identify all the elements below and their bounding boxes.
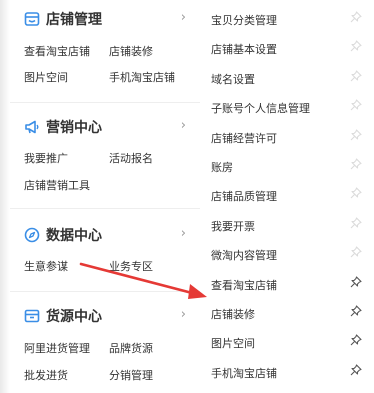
pin-icon[interactable] [350,129,362,141]
submenu-item-label: 查看淘宝店铺 [211,278,277,292]
section-title: 营销中心 [46,120,102,136]
submenu-item-label: 店铺装修 [211,308,255,321]
menu-item-marketing-tools[interactable]: 店铺营销工具 [24,177,90,193]
pin-icon[interactable] [350,217,362,229]
menu-item-view-store[interactable]: 查看淘宝店铺 [24,43,90,59]
menu-item-business-advisor[interactable]: 生意参谋 [24,258,68,274]
submenu-item[interactable]: 店铺基本设置 [200,32,374,63]
section-title: 货源中心 [46,309,102,325]
chevron-right-icon[interactable]: › [181,10,186,25]
submenu-item[interactable]: 店铺装修 [200,297,374,328]
pin-icon[interactable] [350,70,362,82]
submenu-item[interactable]: 宝贝分类管理 [200,3,374,34]
pin-icon[interactable] [350,334,362,346]
pin-icon[interactable] [350,11,362,23]
menu-item-ali-purchase[interactable]: 阿里进货管理 [24,340,90,356]
submenu-item-label: 子账号个人信息管理 [211,102,310,116]
menu-item-promotion[interactable]: 我要推广 [24,150,68,166]
submenu-item-label: 手机淘宝店铺 [211,366,277,380]
submenu-item[interactable]: 店铺品质管理 [200,179,374,210]
divider [10,208,200,209]
menu-item-event-signup[interactable]: 活动报名 [109,150,153,166]
section-supply-header[interactable]: 货源中心 [24,306,102,326]
pin-icon[interactable] [350,158,362,170]
divider [10,291,200,292]
menu-item-distribution[interactable]: 分销管理 [109,367,153,383]
submenu-item-label: 店铺基本设置 [211,43,277,57]
left-menu-panel: 店铺管理 › 查看淘宝店铺 店铺装修 图片空间 手机淘宝店铺 营销中心 › 我要… [10,0,200,393]
chevron-right-icon[interactable]: › [181,226,186,241]
menu-item-store-decor[interactable]: 店铺装修 [109,43,153,59]
submenu-item[interactable]: 手机淘宝店铺 [200,356,374,387]
submenu-item-label: 店铺品质管理 [211,190,277,204]
submenu-item-label: 域名设置 [211,72,255,86]
section-data-header[interactable]: 数据中心 [24,225,102,245]
submenu-item[interactable]: 查看淘宝店铺 [200,268,374,299]
submenu-item[interactable]: 账房 [200,150,374,181]
panel-shadow [0,0,10,393]
menu-item-image-space[interactable]: 图片空间 [24,69,68,85]
submenu-panel: 宝贝分类管理 店铺基本设置 域名设置子账号个人信息管理 店铺经营许可 账房店铺品质管理我… [200,0,374,393]
section-title: 店铺管理 [46,12,102,28]
store-icon [24,12,40,26]
pin-icon[interactable] [350,364,362,376]
pin-icon[interactable] [350,99,362,111]
submenu-item[interactable]: 我要开票 [200,209,374,240]
megaphone-icon [25,120,39,134]
chevron-right-icon[interactable]: › [181,307,186,322]
submenu-item[interactable]: 子账号个人信息管理 [200,91,374,122]
submenu-item-label: 微淘内容管理 [211,249,277,263]
section-store-header[interactable]: 店铺管理 [24,9,102,29]
pin-icon[interactable] [350,246,362,258]
menu-item-business-zone[interactable]: 业务专区 [109,258,153,274]
submenu-item-label: 账房 [211,161,233,174]
pin-icon[interactable] [350,40,362,52]
pin-icon[interactable] [350,305,362,317]
submenu-item-label: 我要开票 [211,219,255,233]
submenu-item[interactable]: 店铺经营许可 [200,121,374,152]
submenu-item-label: 店铺经营许可 [211,131,277,145]
menu-item-brand-supply[interactable]: 品牌货源 [109,340,153,356]
submenu-item[interactable]: 图片空间 [200,326,374,357]
pin-icon[interactable] [350,187,362,199]
box-icon [24,309,40,323]
submenu-item[interactable]: 微淘内容管理 [200,238,374,269]
divider [10,102,200,103]
submenu-item-label: 图片空间 [211,337,255,351]
section-title: 数据中心 [46,228,102,244]
section-marketing-header[interactable]: 营销中心 [24,117,102,137]
pin-icon[interactable] [350,276,362,288]
menu-item-wholesale[interactable]: 批发进货 [24,367,68,383]
chevron-right-icon[interactable]: › [181,118,186,133]
submenu-item[interactable]: 域名设置 [200,62,374,93]
submenu-item-label: 宝贝分类管理 [211,14,277,27]
menu-item-mobile-store[interactable]: 手机淘宝店铺 [109,69,175,85]
compass-icon [24,227,40,243]
